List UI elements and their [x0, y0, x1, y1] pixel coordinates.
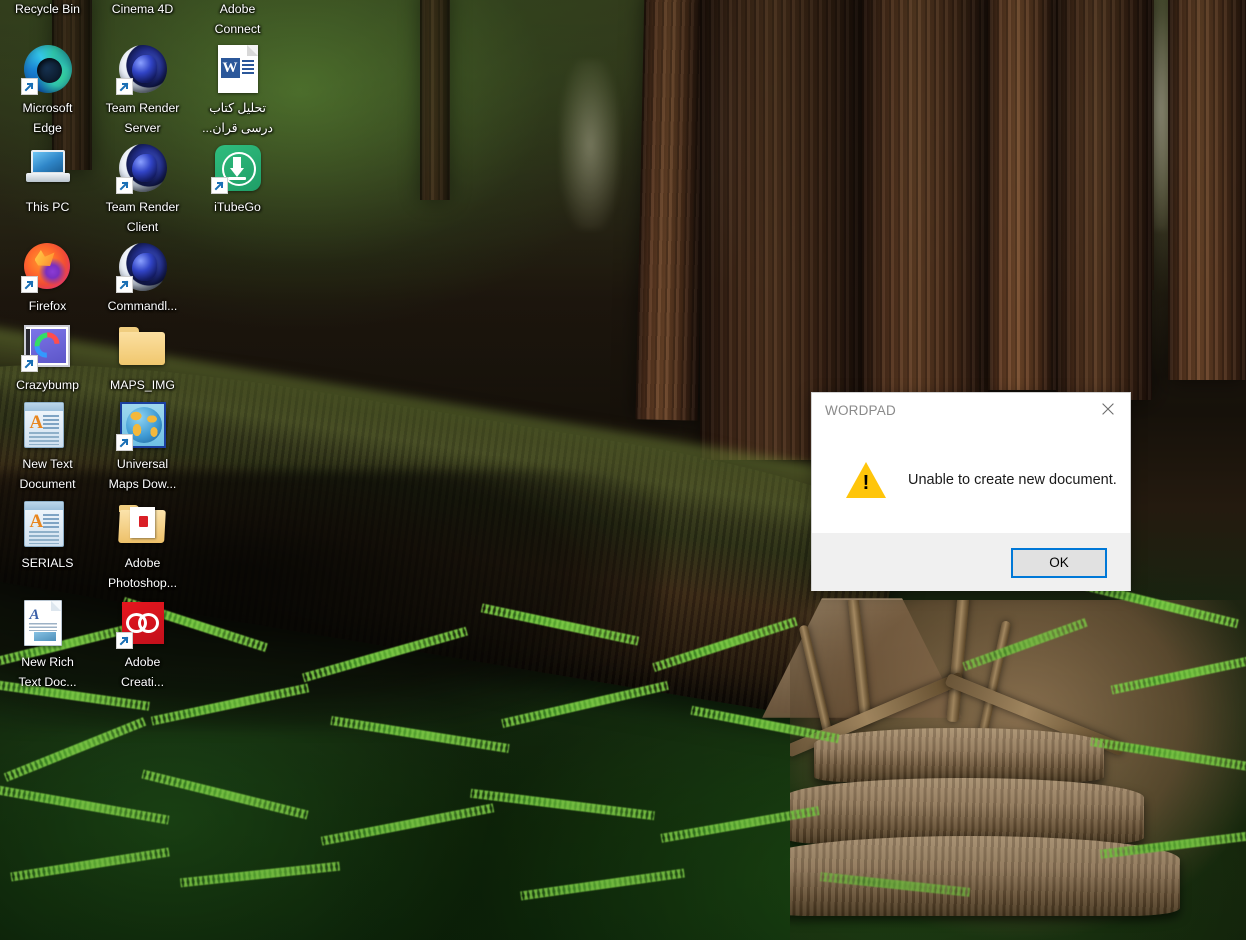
desktop-icon-recycle-bin[interactable]: Recycle Bin [0, 0, 95, 43]
text-document-icon: A [23, 500, 72, 548]
icon-label: Crazybump [16, 378, 79, 392]
desktop-icon-serials[interactable]: A SERIALS [0, 498, 95, 597]
desktop-icon-commandline[interactable]: Commandl... [95, 241, 190, 320]
icon-label: Cinema 4D [111, 2, 174, 16]
icon-label: MAPS_IMG [110, 378, 175, 392]
dialog-titlebar[interactable]: WORDPAD [812, 393, 1130, 427]
microsoft-edge-icon [20, 45, 72, 95]
desktop-icon-new-rich-text-document[interactable]: A New Rich Text Doc... [0, 597, 95, 696]
icon-row: A SERIALS Adobe Photoshop... [0, 498, 290, 597]
desktop-icon-empty-slot [190, 597, 285, 696]
desktop-icon-firefox[interactable]: Firefox [0, 241, 95, 320]
icon-row: Microsoft Edge Team Render Server W تحلی… [0, 43, 290, 142]
icon-label: Team Render Client [105, 200, 180, 234]
empty-icon-slot [214, 599, 262, 647]
icon-label: Microsoft Edge [22, 101, 73, 135]
icon-row: A New Rich Text Doc... Adobe Creati... [0, 597, 290, 696]
cinema-4d-icon [115, 144, 167, 194]
desktop-icon-empty-slot [190, 320, 285, 399]
word-document-icon: W [214, 45, 262, 93]
desktop-icon-itubego[interactable]: iTubeGo [190, 142, 285, 241]
shortcut-arrow-icon [20, 355, 38, 372]
desktop-icon-word-document[interactable]: W تحلیل کتاب درسی قران... [190, 43, 285, 142]
shortcut-arrow-icon [20, 78, 38, 95]
desktop-icon-adobe-photoshop-folder[interactable]: Adobe Photoshop... [95, 498, 190, 597]
wordpad-error-dialog[interactable]: WORDPAD ! Unable to create new document.… [811, 392, 1131, 591]
icon-label: New Text Document [19, 457, 76, 491]
desktop-icon-this-pc[interactable]: This PC [0, 142, 95, 241]
empty-icon-slot [214, 322, 262, 370]
desktop-icon-empty-slot [190, 241, 285, 320]
this-pc-icon [24, 144, 72, 192]
desktop-icon-empty-slot [190, 399, 285, 498]
icon-row: Recycle Bin Cinema 4D Adobe Connect [0, 0, 290, 43]
desktop-icon-team-render-server[interactable]: Team Render Server [95, 43, 190, 142]
icon-row: Crazybump MAPS_IMG [0, 320, 290, 399]
itubego-icon [210, 144, 262, 194]
shortcut-arrow-icon [115, 434, 133, 451]
icon-label: Adobe Photoshop... [107, 556, 178, 590]
icon-label: Adobe Creati... [120, 655, 165, 689]
shortcut-arrow-icon [20, 276, 38, 293]
ok-button[interactable]: OK [1011, 547, 1107, 578]
folder-icon [118, 322, 167, 370]
icon-label: Commandl... [107, 299, 178, 313]
empty-icon-slot [214, 243, 262, 291]
icon-label: iTubeGo [214, 200, 261, 214]
text-document-icon: A [23, 401, 72, 449]
close-icon[interactable] [1085, 393, 1130, 425]
icon-row: A New Text Document Universal Maps Dow..… [0, 399, 290, 498]
dialog-message: Unable to create new document. [908, 472, 1117, 488]
desktop-icon-adobe-creative-cloud[interactable]: Adobe Creati... [95, 597, 190, 696]
icon-label: Recycle Bin [15, 2, 80, 16]
shortcut-arrow-icon [115, 632, 133, 649]
icon-row: This PC Team Render Client iTubeGo [0, 142, 290, 241]
icon-label: Team Render Server [105, 101, 180, 135]
icon-label: Universal Maps Dow... [108, 457, 177, 491]
firefox-icon [20, 243, 72, 293]
shortcut-arrow-icon [115, 78, 133, 95]
icon-label: تحلیل کتاب درسی قران... [202, 101, 273, 135]
empty-icon-slot [214, 500, 262, 548]
rich-text-document-icon: A [23, 599, 72, 647]
empty-icon-slot [214, 401, 262, 449]
icon-label: Firefox [28, 299, 67, 313]
warning-triangle-icon: ! [846, 462, 886, 498]
shortcut-arrow-icon [115, 177, 133, 194]
crazybump-icon [20, 322, 72, 372]
warning-exclamation: ! [862, 472, 870, 494]
desktop-icon-maps-img-folder[interactable]: MAPS_IMG [95, 320, 190, 399]
dialog-footer: OK [812, 533, 1130, 591]
desktop-icon-empty-slot [190, 498, 285, 597]
dialog-title: WORDPAD [825, 402, 896, 418]
shortcut-arrow-icon [115, 276, 133, 293]
adobe-creative-cloud-icon [115, 599, 167, 649]
icon-row: Firefox Commandl... [0, 241, 290, 320]
icon-label: This PC [25, 200, 70, 214]
desktop-icon-grid: Recycle Bin Cinema 4D Adobe Connect Micr… [0, 0, 290, 696]
desktop[interactable]: Recycle Bin Cinema 4D Adobe Connect Micr… [0, 0, 1246, 940]
folder-open-icon [117, 500, 167, 548]
icon-label: New Rich Text Doc... [18, 655, 77, 689]
desktop-icon-microsoft-edge[interactable]: Microsoft Edge [0, 43, 95, 142]
desktop-icon-crazybump[interactable]: Crazybump [0, 320, 95, 399]
shortcut-arrow-icon [210, 177, 228, 194]
desktop-icon-universal-maps-downloader[interactable]: Universal Maps Dow... [95, 399, 190, 498]
desktop-icon-new-text-document[interactable]: A New Text Document [0, 399, 95, 498]
cinema-4d-icon [115, 45, 167, 95]
dialog-body: ! Unable to create new document. [812, 427, 1130, 533]
desktop-icon-cinema-4d[interactable]: Cinema 4D [95, 0, 190, 43]
globe-icon [115, 401, 167, 451]
cinema-4d-icon [115, 243, 167, 293]
desktop-icon-team-render-client[interactable]: Team Render Client [95, 142, 190, 241]
icon-label: Adobe Connect [214, 2, 261, 36]
desktop-icon-adobe-connect[interactable]: Adobe Connect [190, 0, 285, 43]
icon-label: SERIALS [21, 556, 74, 570]
